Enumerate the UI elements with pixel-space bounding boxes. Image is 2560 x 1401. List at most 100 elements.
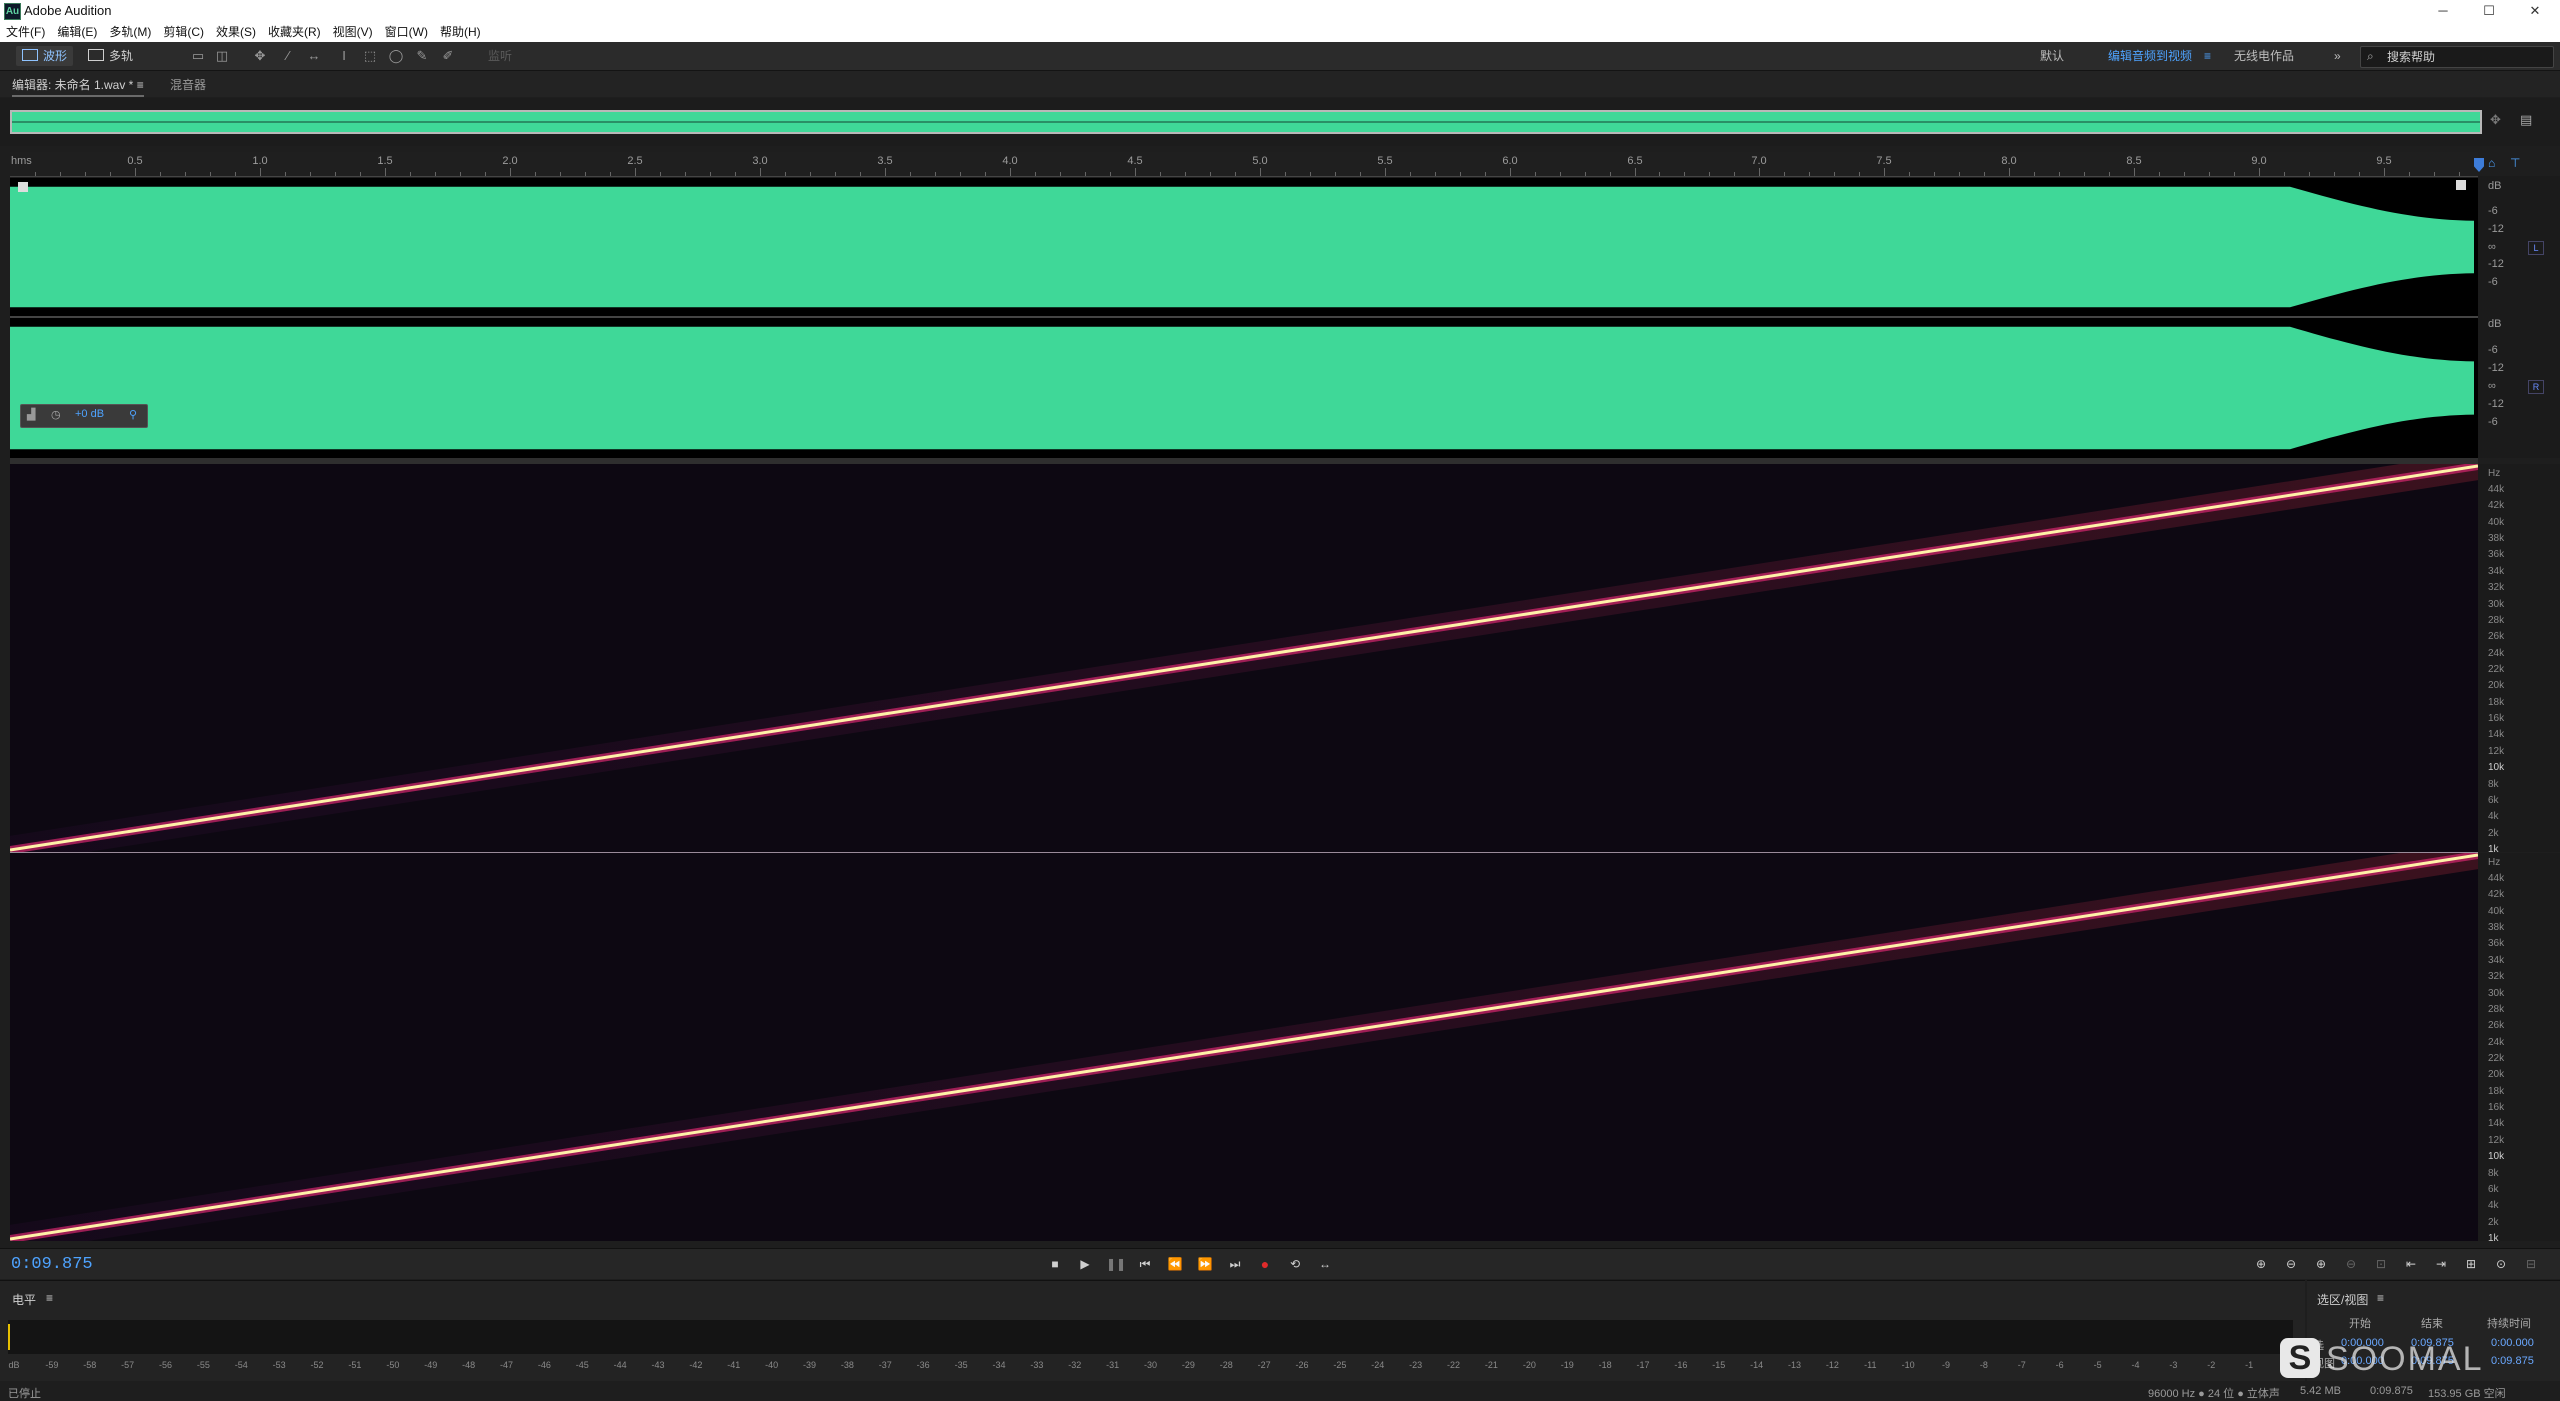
lasso-tool-icon[interactable]: ◯	[388, 48, 404, 64]
spectral-display-icon[interactable]: ▭	[190, 48, 206, 64]
waveform-channel-right[interactable]	[10, 318, 2478, 458]
search-help-box[interactable]: ⌕	[2360, 46, 2554, 68]
move-to-previous-icon[interactable]: ⏮	[1136, 1255, 1154, 1273]
multitrack-view-button[interactable]: 多轨	[82, 46, 139, 66]
zoom-in-right-icon[interactable]: ⇥	[2432, 1255, 2450, 1273]
db-label: -6	[2488, 344, 2498, 356]
pause-icon[interactable]: ❚❚	[1106, 1255, 1126, 1273]
fade-in-handle-icon[interactable]	[18, 182, 28, 192]
panel-options-icon[interactable]: ▤	[2520, 112, 2532, 128]
workspace-radio-production[interactable]: 无线电作品	[2234, 46, 2294, 66]
zoom-reset-icon[interactable]: ⊟	[2522, 1255, 2540, 1273]
ruler-label: 5.0	[1252, 155, 1268, 167]
razor-tool-icon[interactable]: ⁄	[280, 48, 296, 64]
maximize-button[interactable]: ☐	[2466, 0, 2512, 22]
channel-right-badge[interactable]: R	[2528, 380, 2544, 394]
ruler-label: 0.5	[127, 155, 143, 167]
waveform-view-button[interactable]: 波形	[16, 46, 74, 66]
menu-view[interactable]: 视图(V)	[327, 22, 379, 42]
zoom-in-time-icon[interactable]: ⊕	[2312, 1255, 2330, 1273]
zoom-playhead-icon[interactable]: ⊙	[2492, 1255, 2510, 1273]
level-meter-bar[interactable]	[8, 1320, 2293, 1354]
ruler-tick	[585, 172, 586, 176]
left-waveform	[10, 186, 2474, 308]
move-to-next-icon[interactable]: ⏭	[1226, 1255, 1244, 1273]
workspace-menu-icon[interactable]: ≡	[2204, 46, 2211, 66]
time-ruler[interactable]: hms 0.5 1.0 1.5 2.0 2.5 3.0 3.5 4.0 4.5 5.0 5.5 6.0…	[10, 152, 2478, 177]
tab-editor[interactable]: 编辑器: 未命名 1.wav * ≡	[12, 76, 144, 97]
waveform-channel-left[interactable]	[10, 178, 2478, 316]
editor-panel-menu-icon[interactable]: ≡	[137, 78, 144, 92]
brush-tool-icon[interactable]: ✎	[414, 48, 430, 64]
spectrogram-right[interactable]	[10, 853, 2478, 1241]
time-selection-tool-icon[interactable]: I	[336, 48, 352, 64]
snap-icon[interactable]: ⌂	[2488, 156, 2495, 170]
marker-icon[interactable]: ⊤	[2510, 156, 2520, 170]
ruler-tick	[1510, 168, 1511, 176]
tab-mixer[interactable]: 混音器	[170, 76, 206, 93]
menu-window[interactable]: 窗口(W)	[379, 22, 434, 42]
zoom-in-left-icon[interactable]: ⇤	[2402, 1255, 2420, 1273]
pitch-display-icon[interactable]: ◫	[214, 48, 230, 64]
record-icon[interactable]: ●	[1256, 1255, 1274, 1273]
overview-navigator[interactable]: ✥ ▤	[0, 98, 2560, 146]
hud-pin-icon[interactable]: ⚲	[129, 408, 137, 421]
menu-clip[interactable]: 剪辑(C)	[157, 22, 210, 42]
workspace-default[interactable]: 默认	[2040, 46, 2064, 66]
move-tool-icon[interactable]: ✥	[252, 48, 268, 64]
workspace-edit-audio-to-video[interactable]: 编辑音频到视频	[2108, 46, 2192, 66]
current-time-display[interactable]: 0:09.875	[11, 1255, 93, 1274]
spot-healing-tool-icon[interactable]: ✐	[440, 48, 456, 64]
ruler-tick	[1809, 172, 1810, 176]
marquee-tool-icon[interactable]: ⬚	[362, 48, 378, 64]
menu-favorites[interactable]: 收藏夹(R)	[262, 22, 327, 42]
hz-label: 8k	[2488, 1167, 2499, 1179]
window-title: Adobe Audition	[24, 3, 112, 18]
level-scale-label: -36	[916, 1360, 930, 1370]
ruler-tick	[1385, 168, 1386, 176]
ruler-label: 3.0	[752, 155, 768, 167]
menu-effects[interactable]: 效果(S)	[210, 22, 262, 42]
skip-selection-icon[interactable]: ↔	[1316, 1255, 1334, 1273]
hz-label: 34k	[2488, 954, 2505, 966]
play-icon[interactable]: ▶	[1076, 1255, 1094, 1273]
level-scale-label: -14	[1750, 1360, 1764, 1370]
hz-label: 36k	[2488, 938, 2505, 950]
channel-left-badge[interactable]: L	[2528, 241, 2544, 255]
volume-hud[interactable]: ▟ ◷ +0 dB ⚲	[20, 404, 148, 428]
fast-forward-icon[interactable]: ⏩	[1196, 1255, 1214, 1273]
zoom-out-time-icon[interactable]: ⊖	[2342, 1255, 2360, 1273]
level-scale-label: -10	[1901, 1360, 1915, 1370]
menu-help[interactable]: 帮助(H)	[434, 22, 487, 42]
minimize-button[interactable]: ─	[2420, 0, 2466, 22]
zoom-selection-icon[interactable]: ⊞	[2462, 1255, 2480, 1273]
db-label: -12	[2488, 362, 2504, 374]
fade-out-handle-icon[interactable]	[2456, 180, 2466, 190]
zoom-out-full-icon[interactable]: ⊡	[2372, 1255, 2390, 1273]
search-help-input[interactable]	[2385, 48, 2549, 66]
more-workspaces-icon[interactable]: »	[2334, 46, 2341, 66]
volume-knob-icon[interactable]: ◷	[51, 408, 61, 421]
slip-tool-icon[interactable]: ↔	[306, 48, 322, 64]
zoom-in-amplitude-icon[interactable]: ⊕	[2252, 1255, 2270, 1273]
ruler-tick	[1959, 172, 1960, 176]
menu-file[interactable]: 文件(F)	[0, 22, 51, 42]
ruler-tick	[2459, 172, 2460, 176]
ruler-label: 5.5	[1377, 155, 1393, 167]
ruler-tick	[160, 172, 161, 176]
loop-playback-icon[interactable]: ⟲	[1286, 1255, 1304, 1273]
zoom-to-selection-icon[interactable]: ✥	[2490, 112, 2501, 128]
stop-icon[interactable]: ■	[1046, 1255, 1064, 1273]
menu-edit[interactable]: 编辑(E)	[51, 22, 103, 42]
close-button[interactable]: ✕	[2512, 0, 2558, 22]
level-panel-menu-icon[interactable]: ≡	[46, 1291, 53, 1305]
ruler-tick	[1310, 172, 1311, 176]
rewind-icon[interactable]: ⏪	[1166, 1255, 1184, 1273]
menu-multitrack[interactable]: 多轨(M)	[103, 22, 157, 42]
zoom-out-amplitude-icon[interactable]: ⊖	[2282, 1255, 2300, 1273]
selection-panel-menu-icon[interactable]: ≡	[2377, 1291, 2384, 1305]
ruler-tick	[1535, 172, 1536, 176]
spectrogram-left[interactable]	[10, 464, 2478, 852]
overview-waveform-strip[interactable]	[10, 110, 2482, 134]
level-scale-label: -6	[2055, 1360, 2064, 1370]
